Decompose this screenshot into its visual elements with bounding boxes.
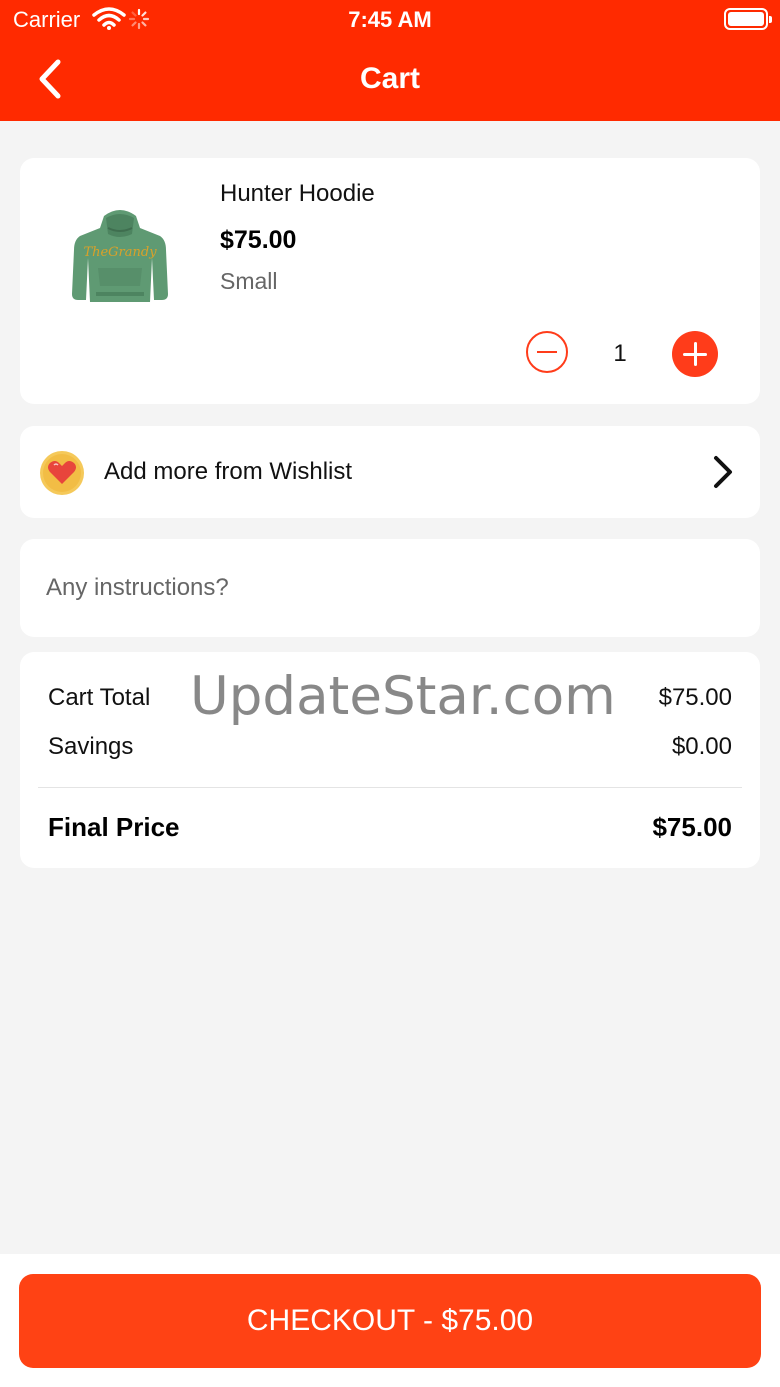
- cart-item-card: TheGrandy Hunter Hoodie $75.00 Small 1: [20, 158, 760, 404]
- increase-quantity-button[interactable]: [672, 331, 718, 377]
- quantity-value: 1: [613, 340, 627, 367]
- heart-icon: [40, 451, 84, 495]
- chevron-right-icon: [714, 456, 732, 488]
- decrease-quantity-button[interactable]: [526, 331, 568, 373]
- watermark: UpdateStar.com: [190, 666, 616, 727]
- status-time: 7:45 AM: [348, 7, 432, 32]
- instructions-input[interactable]: [46, 559, 736, 617]
- battery-icon: [724, 8, 772, 30]
- summary-divider: [38, 787, 742, 788]
- page-title: Cart: [359, 62, 420, 95]
- wishlist-row[interactable]: Add more from Wishlist: [20, 426, 760, 518]
- product-image: TheGrandy: [72, 210, 168, 302]
- product-size: Small: [220, 268, 278, 294]
- svg-text:TheGrandy: TheGrandy: [83, 245, 157, 260]
- checkout-footer: CHECKOUT - $75.00: [0, 1254, 780, 1387]
- wishlist-label: Add more from Wishlist: [104, 458, 353, 485]
- app-header: Carrier 7:45 AM Cart: [0, 0, 780, 121]
- instructions-card: [20, 539, 760, 637]
- product-price: $75.00: [220, 226, 297, 254]
- savings-label: Savings: [48, 733, 134, 760]
- final-price-label: Final Price: [48, 812, 180, 842]
- cart-total-value: $75.00: [658, 684, 732, 711]
- cart-total-label: Cart Total: [48, 684, 151, 711]
- checkout-button[interactable]: CHECKOUT - $75.00: [19, 1274, 761, 1368]
- product-name: Hunter Hoodie: [220, 180, 375, 207]
- savings-value: $0.00: [671, 733, 732, 760]
- final-price-value: $75.00: [652, 812, 732, 842]
- status-bar: Carrier 7:45 AM: [0, 0, 780, 40]
